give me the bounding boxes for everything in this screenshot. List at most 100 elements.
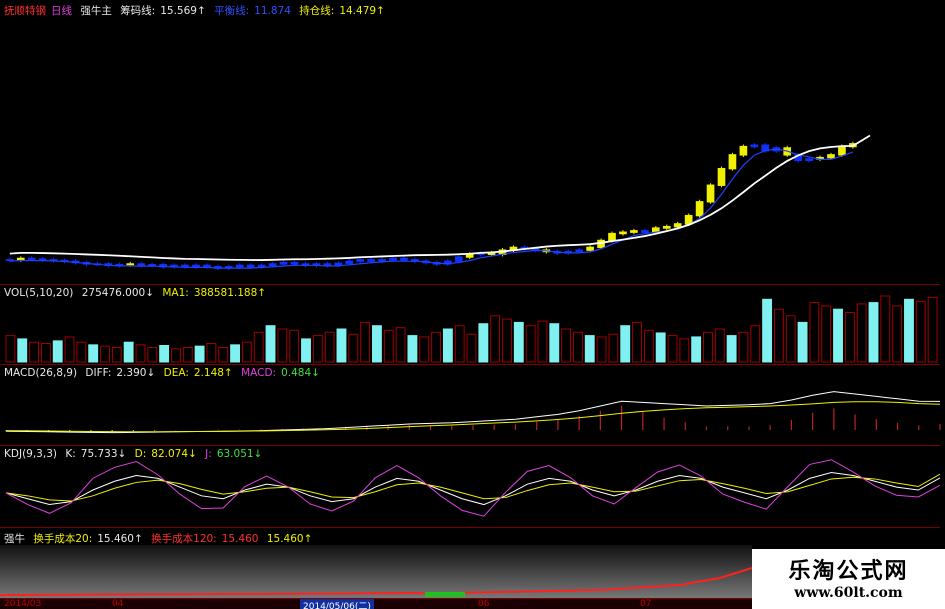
candle-body: [706, 184, 715, 203]
volume-bar: [206, 343, 217, 363]
chart-canvas: [0, 134, 941, 598]
watermark-url: www.60lt.com: [794, 585, 903, 601]
candle-body: [345, 260, 354, 264]
cost-band-green: [425, 592, 465, 597]
volume-bar: [253, 331, 264, 363]
candle-body: [739, 145, 748, 156]
volume-bar: [572, 331, 583, 363]
date-label: 04: [112, 599, 124, 609]
volume-bar: [265, 325, 276, 363]
volume-bar: [289, 329, 300, 363]
date-label-selected[interactable]: 2014/05/06(二): [300, 599, 374, 609]
candle-body: [728, 154, 737, 170]
volume-bar: [915, 300, 926, 363]
volume-bar: [785, 315, 796, 363]
volume-bar: [17, 338, 28, 363]
volume-bar: [584, 335, 595, 363]
volume-bar: [703, 331, 713, 363]
volume-bar: [655, 332, 666, 363]
candle-body: [454, 256, 463, 262]
candle-body: [641, 230, 649, 233]
candle-body: [717, 167, 726, 186]
candle-body: [750, 144, 759, 148]
candle-body: [367, 259, 375, 262]
date-axis: 2014/03 04 2014/05/06(二) 06 07: [0, 598, 752, 609]
volume-bar: [773, 308, 784, 363]
volume-bar: [466, 333, 477, 363]
volume-bar: [372, 325, 382, 363]
volume-bar: [241, 341, 252, 363]
candle-body: [279, 261, 288, 265]
date-label: 2014/03: [4, 599, 42, 609]
volume-bar: [88, 344, 99, 363]
date-label: 07: [640, 599, 652, 609]
volume-bar: [395, 327, 406, 363]
volume-bar: [442, 328, 453, 363]
volume-bar: [844, 312, 855, 363]
volume-bar: [230, 344, 240, 363]
candle-body: [619, 231, 627, 235]
candle-body: [27, 257, 36, 260]
candle-body: [805, 158, 813, 162]
volume-bar: [194, 345, 205, 363]
candle-body: [246, 264, 255, 268]
volume-bar: [525, 325, 536, 363]
volume-bar: [596, 336, 607, 363]
volume-bar: [513, 321, 524, 363]
volume-bar: [159, 345, 170, 363]
candle-body: [235, 264, 244, 268]
volume-bar: [608, 333, 619, 363]
volume-bar: [549, 323, 560, 363]
volume-bar: [714, 328, 725, 363]
volume-bar: [277, 328, 288, 363]
volume-bar: [620, 325, 631, 363]
volume-bar: [100, 345, 110, 363]
volume-bar: [419, 336, 430, 363]
volume-bar: [490, 315, 501, 363]
volume-bar: [691, 336, 702, 363]
volume-bar: [407, 335, 418, 363]
candle-body: [827, 154, 835, 159]
volume-bar: [76, 341, 87, 363]
candle-body: [400, 257, 408, 261]
volume-bar: [537, 320, 548, 363]
stock-chart-window: 抚顺特钢 日线 强牛主 筹码线: 15.569↑ 平衡线: 11.874 持仓线: 14…: [0, 0, 945, 609]
volume-bar: [123, 341, 134, 363]
volume-bar: [383, 329, 394, 363]
volume-bar: [762, 298, 773, 363]
volume-bar: [502, 318, 512, 363]
volume-bar: [454, 325, 465, 363]
volume-bar: [147, 346, 158, 363]
candle-body: [586, 246, 594, 251]
candle-body: [268, 263, 277, 267]
volume-bar: [927, 296, 938, 363]
candle-body: [630, 230, 638, 233]
watermark-title: 乐淘公式网: [788, 559, 909, 584]
candle-body: [575, 249, 583, 253]
volume-bar: [868, 302, 879, 363]
volume-bar: [336, 328, 347, 363]
volume-bar: [52, 340, 63, 363]
date-label: 06: [478, 599, 490, 609]
volume-bar: [312, 335, 323, 363]
volume-bar: [348, 333, 359, 363]
cost-background: [0, 545, 752, 598]
volume-bar: [643, 329, 654, 363]
watermark-logo: 乐淘公式网 www.60lt.com: [752, 549, 945, 609]
volume-bar: [171, 348, 181, 363]
candle-body: [838, 145, 846, 156]
volume-bar: [29, 341, 40, 363]
candle-body: [126, 263, 135, 266]
volume-bar: [880, 295, 891, 363]
volume-bar: [856, 303, 867, 363]
volume-bar: [809, 302, 820, 363]
volume-bar: [679, 338, 690, 363]
kdj-line: [5, 473, 941, 502]
candle-body: [695, 201, 704, 217]
volume-bar: [40, 343, 51, 363]
volume-bar: [324, 331, 335, 363]
volume-bar: [750, 325, 761, 363]
volume-bar: [360, 321, 371, 363]
candle-body: [290, 261, 299, 265]
volume-bar: [301, 338, 311, 363]
